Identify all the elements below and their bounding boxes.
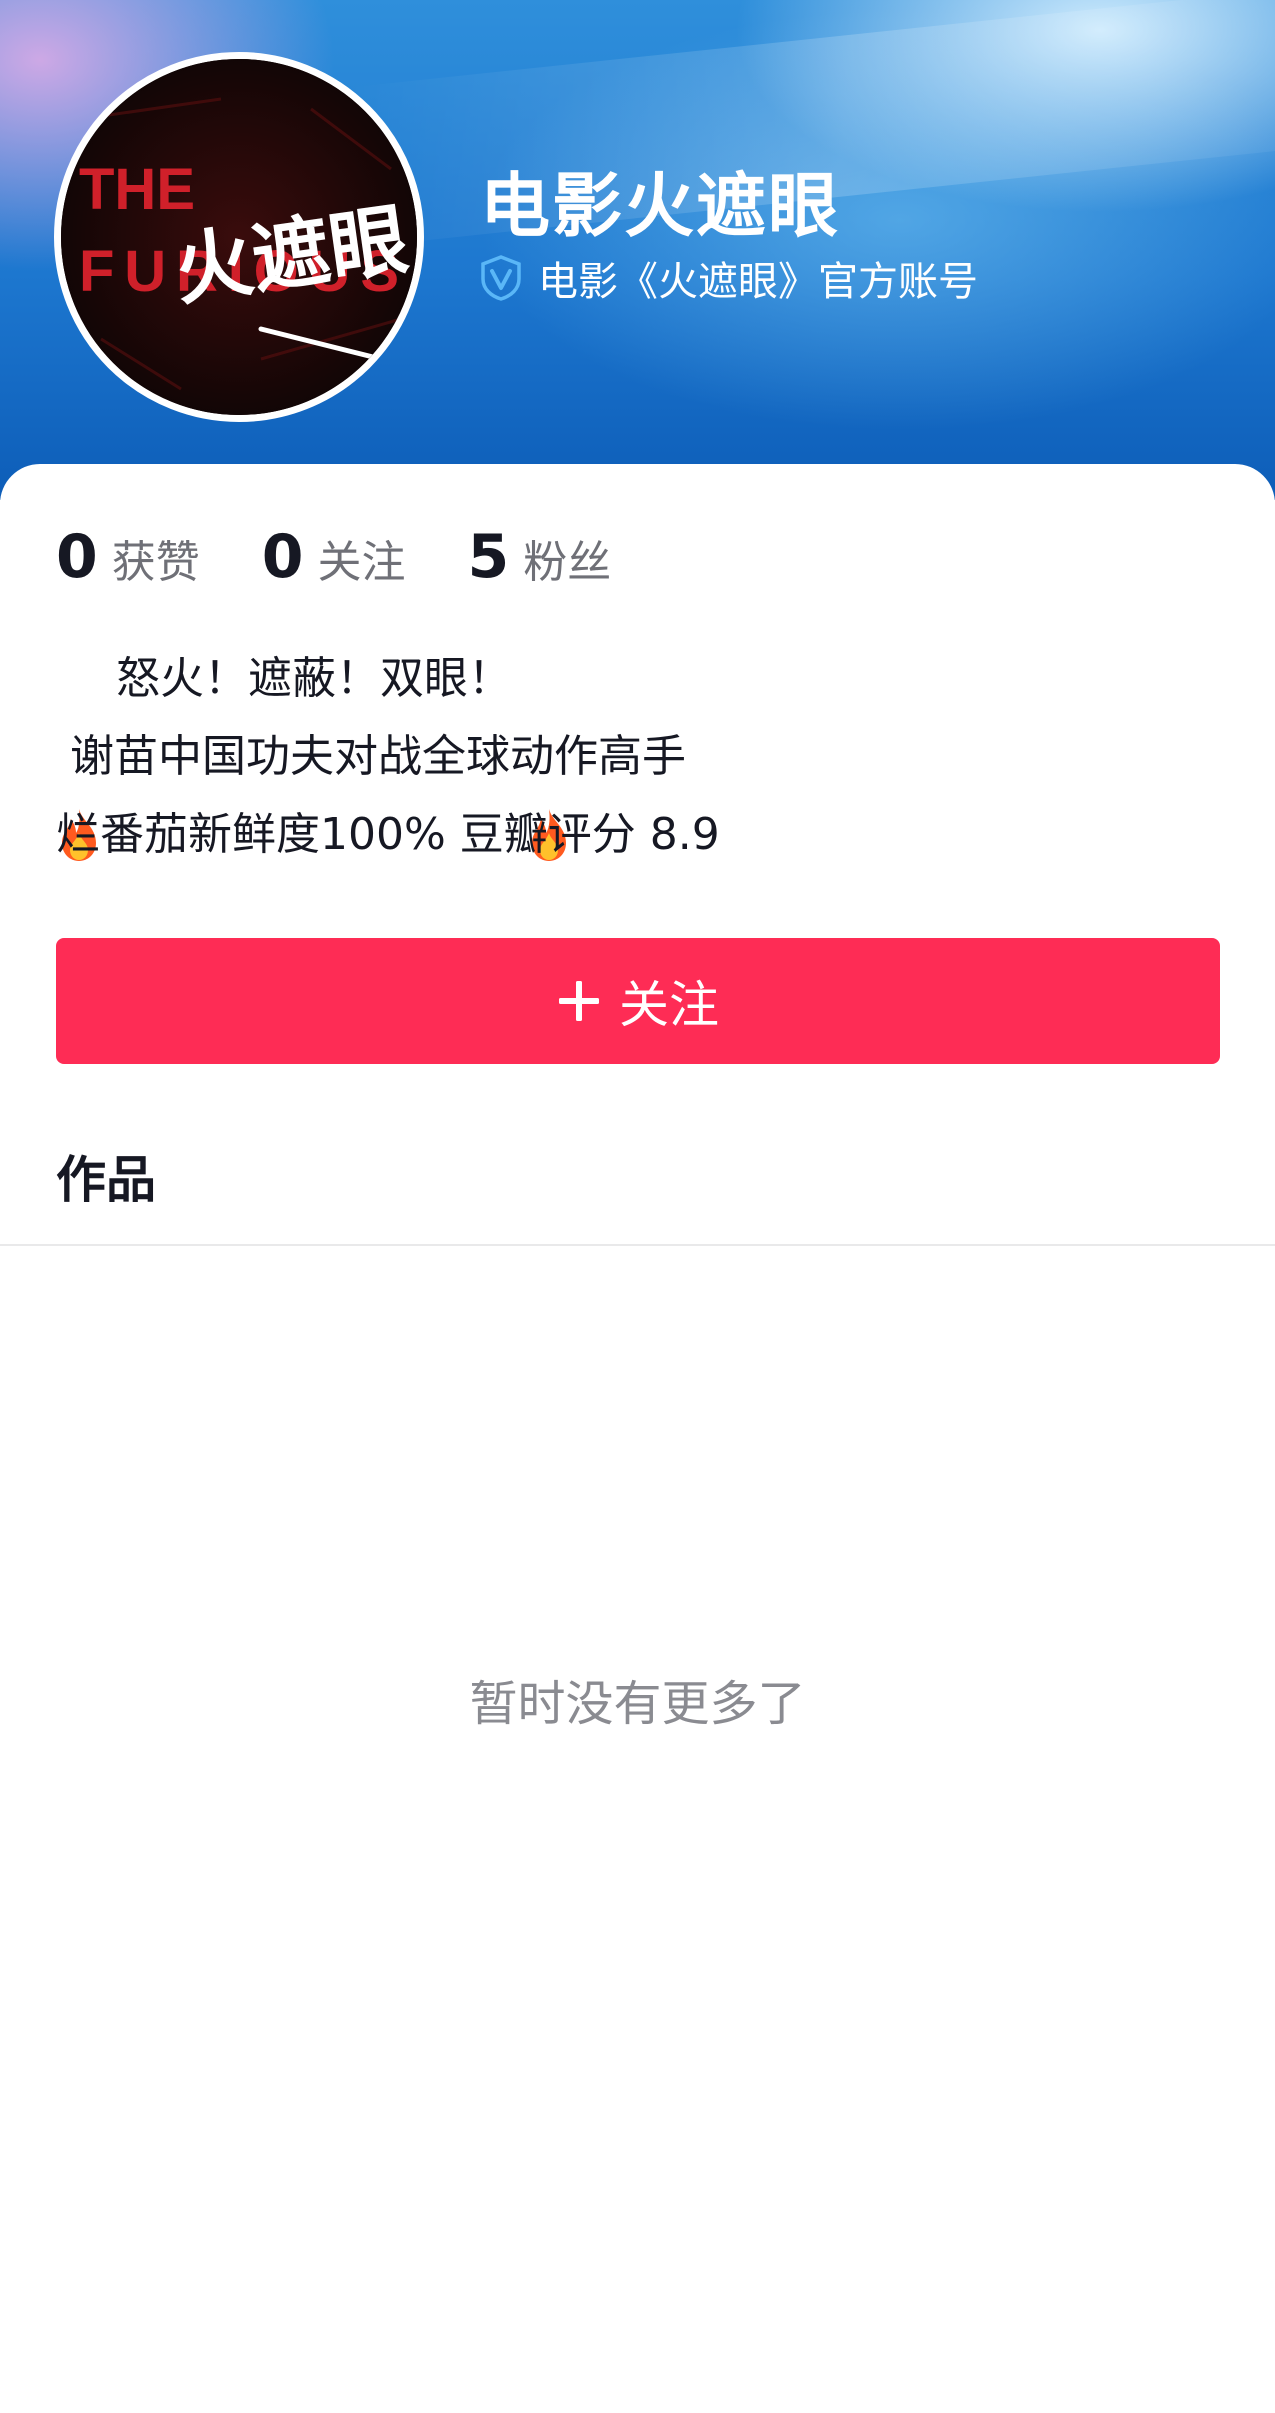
stat-followers-label: 粉丝: [523, 537, 612, 588]
stat-likes-label: 获赞: [111, 537, 200, 588]
movie-poster-avatar-icon: THE FURIOUS 火遮眼: [61, 59, 417, 415]
empty-state-text: 暂时没有更多了: [469, 1676, 806, 1732]
stat-followers-value: 5: [467, 522, 510, 592]
profile-stats: 0 获赞 0 关注 5 粉丝: [56, 522, 673, 592]
stat-following[interactable]: 0 关注: [262, 522, 406, 592]
stat-followers[interactable]: 5 粉丝: [468, 522, 612, 592]
avatar-text-en-1: THE: [79, 157, 195, 222]
avatar[interactable]: THE FURIOUS 火遮眼: [54, 52, 424, 422]
stat-following-label: 关注: [317, 537, 406, 588]
bio-line-1-text: 怒火！遮蔽！双眼！: [102, 653, 526, 704]
stat-following-value: 0: [261, 522, 304, 592]
bio-line-1: 怒火！遮蔽！双眼！: [56, 640, 1216, 861]
stat-likes-value: 0: [56, 522, 98, 592]
follow-button-label: 关注: [619, 976, 719, 1034]
profile-name: 电影火遮眼: [480, 165, 840, 247]
bio-line-2: 谢苗中国功夫对战全球动作高手: [56, 731, 686, 782]
tabs-divider: [0, 1244, 1275, 1246]
follow-button[interactable]: 关注: [56, 938, 1220, 1064]
verified-text: 电影《火遮眼》官方账号: [538, 259, 978, 305]
fire-icon: [526, 651, 572, 861]
tab-works[interactable]: 作品: [56, 1140, 156, 1212]
profile-bio: 怒火！遮蔽！双眼！ 谢苗中国功夫对战全球动作高手 烂番茄新鲜度100% 豆瓣评分…: [56, 640, 1216, 874]
plus-icon: [559, 981, 599, 1021]
verified-badge-icon: [481, 255, 521, 301]
stat-likes[interactable]: 0 获赞: [56, 522, 200, 592]
bio-line-3: 烂番茄新鲜度100% 豆瓣评分 8.9: [56, 809, 720, 860]
fire-icon: [56, 651, 102, 861]
verified-row: 电影《火遮眼》官方账号: [478, 250, 978, 306]
